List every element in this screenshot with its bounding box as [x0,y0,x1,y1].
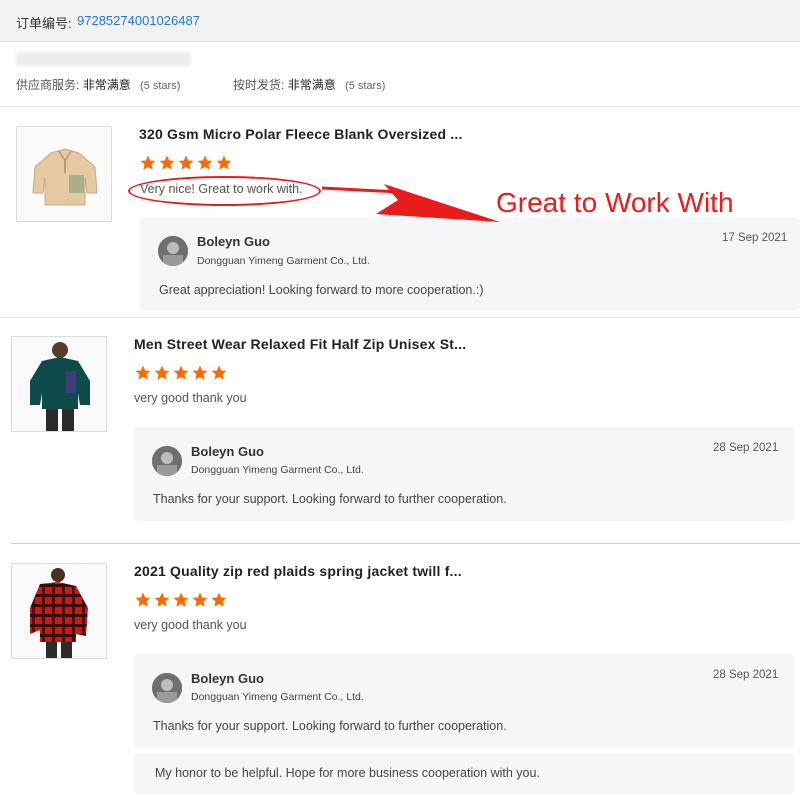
blurred-supplier-name [16,52,191,66]
rating-stars-text: (5 stars) [140,80,181,92]
review-star-rating [134,591,228,609]
divider [0,106,800,107]
review-star-rating [139,154,233,172]
reply-date: 17 Sep 2021 [722,232,788,244]
avatar [158,236,188,266]
supplier-service-rating: 供应商服务: 非常满意 (5 stars) [16,76,180,93]
callout-text: Great to Work With [496,187,734,218]
order-number-label: 订单编号: [16,16,72,31]
star-icon [211,365,227,380]
supplier-reply: Boleyn Guo Dongguan Yimeng Garment Co., … [134,427,794,521]
review-product-title[interactable]: Men Street Wear Relaxed Fit Half Zip Uni… [134,336,466,352]
product-image-fleece[interactable] [16,126,112,222]
divider [0,317,800,318]
order-header: 订单编号: 97285274001026487 [0,0,800,42]
reply-date: 28 Sep 2021 [713,442,779,454]
supplier-reply: Boleyn Guo Dongguan Yimeng Garment Co., … [140,218,800,310]
followup-message-box: My honor to be helpful. Hope for more bu… [134,754,794,794]
star-icon [173,365,189,380]
review-comment: very good thank you [134,391,247,405]
reply-date: 28 Sep 2021 [713,669,779,681]
supplier-reply: Boleyn Guo Dongguan Yimeng Garment Co., … [134,654,794,748]
star-icon [211,592,227,607]
star-icon [159,155,175,170]
avatar [152,446,182,476]
star-icon [140,155,156,170]
rating-value: 非常满意 [287,78,336,92]
reply-company: Dongguan Yimeng Garment Co., Ltd. [197,255,370,267]
reply-message: Thanks for your support. Looking forward… [153,719,507,733]
star-icon [178,155,194,170]
star-icon [197,155,213,170]
star-icon [135,365,151,380]
reply-message: Great appreciation! Looking forward to m… [159,283,484,297]
divider [11,543,800,544]
review-comment: very good thank you [134,618,247,632]
on-time-delivery-rating: 按时发货: 非常满意 (5 stars) [233,76,385,93]
reply-message: Thanks for your support. Looking forward… [153,492,507,506]
reply-author-name: Boleyn Guo [197,234,270,249]
avatar [152,673,182,703]
star-icon [192,365,208,380]
rating-value: 非常满意 [82,78,131,92]
followup-message: My honor to be helpful. Hope for more bu… [155,766,540,780]
reply-company: Dongguan Yimeng Garment Co., Ltd. [191,691,364,703]
star-icon [216,155,232,170]
reply-author-name: Boleyn Guo [191,444,264,459]
star-icon [154,592,170,607]
product-image-half-zip[interactable] [11,336,107,432]
star-icon [173,592,189,607]
product-image-plaid-jacket[interactable] [11,563,107,659]
review-star-rating [134,364,228,382]
order-number-link[interactable]: 97285274001026487 [77,13,200,28]
rating-stars-text: (5 stars) [345,80,386,92]
star-icon [135,592,151,607]
star-icon [192,592,208,607]
callout-highlight-oval [128,176,321,206]
reply-company: Dongguan Yimeng Garment Co., Ltd. [191,464,364,476]
star-icon [154,365,170,380]
rating-label: 供应商服务: [16,78,80,92]
review-product-title[interactable]: 2021 Quality zip red plaids spring jacke… [134,563,462,579]
rating-label: 按时发货: [233,78,285,92]
review-product-title[interactable]: 320 Gsm Micro Polar Fleece Blank Oversiz… [139,126,463,142]
reply-author-name: Boleyn Guo [191,671,264,686]
